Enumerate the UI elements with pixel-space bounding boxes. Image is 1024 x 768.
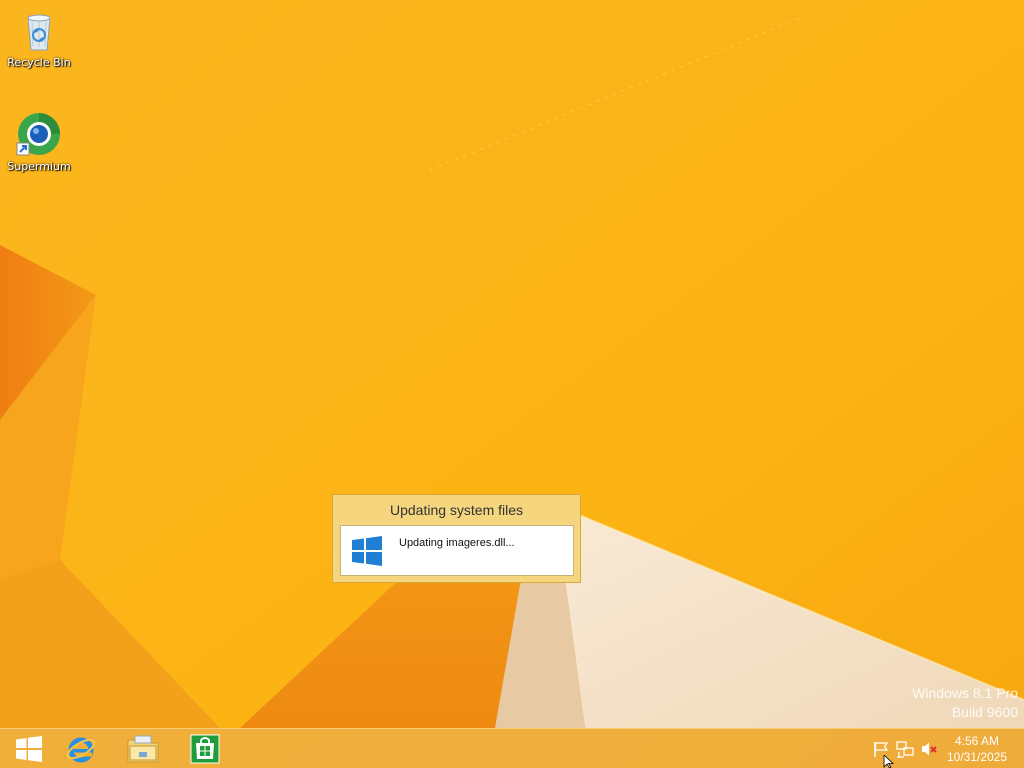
watermark-edition: Windows 8.1 Pro <box>912 685 1018 701</box>
taskbar: 4:56 AM 10/31/2025 <box>0 728 1024 768</box>
supermium-browser-icon <box>16 113 60 156</box>
watermark-build: Build 9600 <box>951 704 1018 720</box>
desktop-icon-supermium[interactable]: Supermium <box>1 110 77 173</box>
mouse-cursor-icon <box>883 755 895 768</box>
dialog-status-text: Updating imageres.dll... <box>399 537 515 549</box>
start-button[interactable] <box>0 729 58 768</box>
network-icon[interactable] <box>896 740 914 758</box>
recycle-bin-label: Recycle Bin <box>7 56 71 69</box>
dialog-title: Updating system files <box>389 502 524 518</box>
windows-logo-icon <box>352 536 382 566</box>
taskbar-clock[interactable]: 4:56 AM 10/31/2025 <box>942 733 1012 765</box>
supermium-label: Supermium <box>7 160 71 173</box>
taskbar-file-explorer-button[interactable] <box>114 729 172 768</box>
os-watermark: Windows 8.1 Pro Build 9600 <box>912 684 1018 722</box>
clock-time: 4:56 AM <box>954 734 1000 748</box>
internet-explorer-icon <box>66 737 96 762</box>
clock-date: 10/31/2025 <box>946 750 1008 764</box>
recycle-bin-icon <box>27 14 51 51</box>
update-progress-dialog: Updating system files Updating imageres.… <box>332 494 581 583</box>
desktop-icon-recycle-bin[interactable]: Recycle Bin <box>1 6 77 69</box>
store-icon <box>190 734 220 763</box>
desktop: Recycle Bin Supermium Updating system fi… <box>0 0 1024 768</box>
volume-muted-icon[interactable] <box>920 740 938 758</box>
taskbar-internet-explorer-button[interactable] <box>52 729 110 768</box>
taskbar-store-button[interactable] <box>176 729 234 768</box>
windows-start-icon <box>16 735 42 762</box>
folder-icon <box>127 735 159 762</box>
wallpaper <box>0 0 1024 768</box>
dialog-body: Updating imageres.dll... <box>340 525 574 576</box>
